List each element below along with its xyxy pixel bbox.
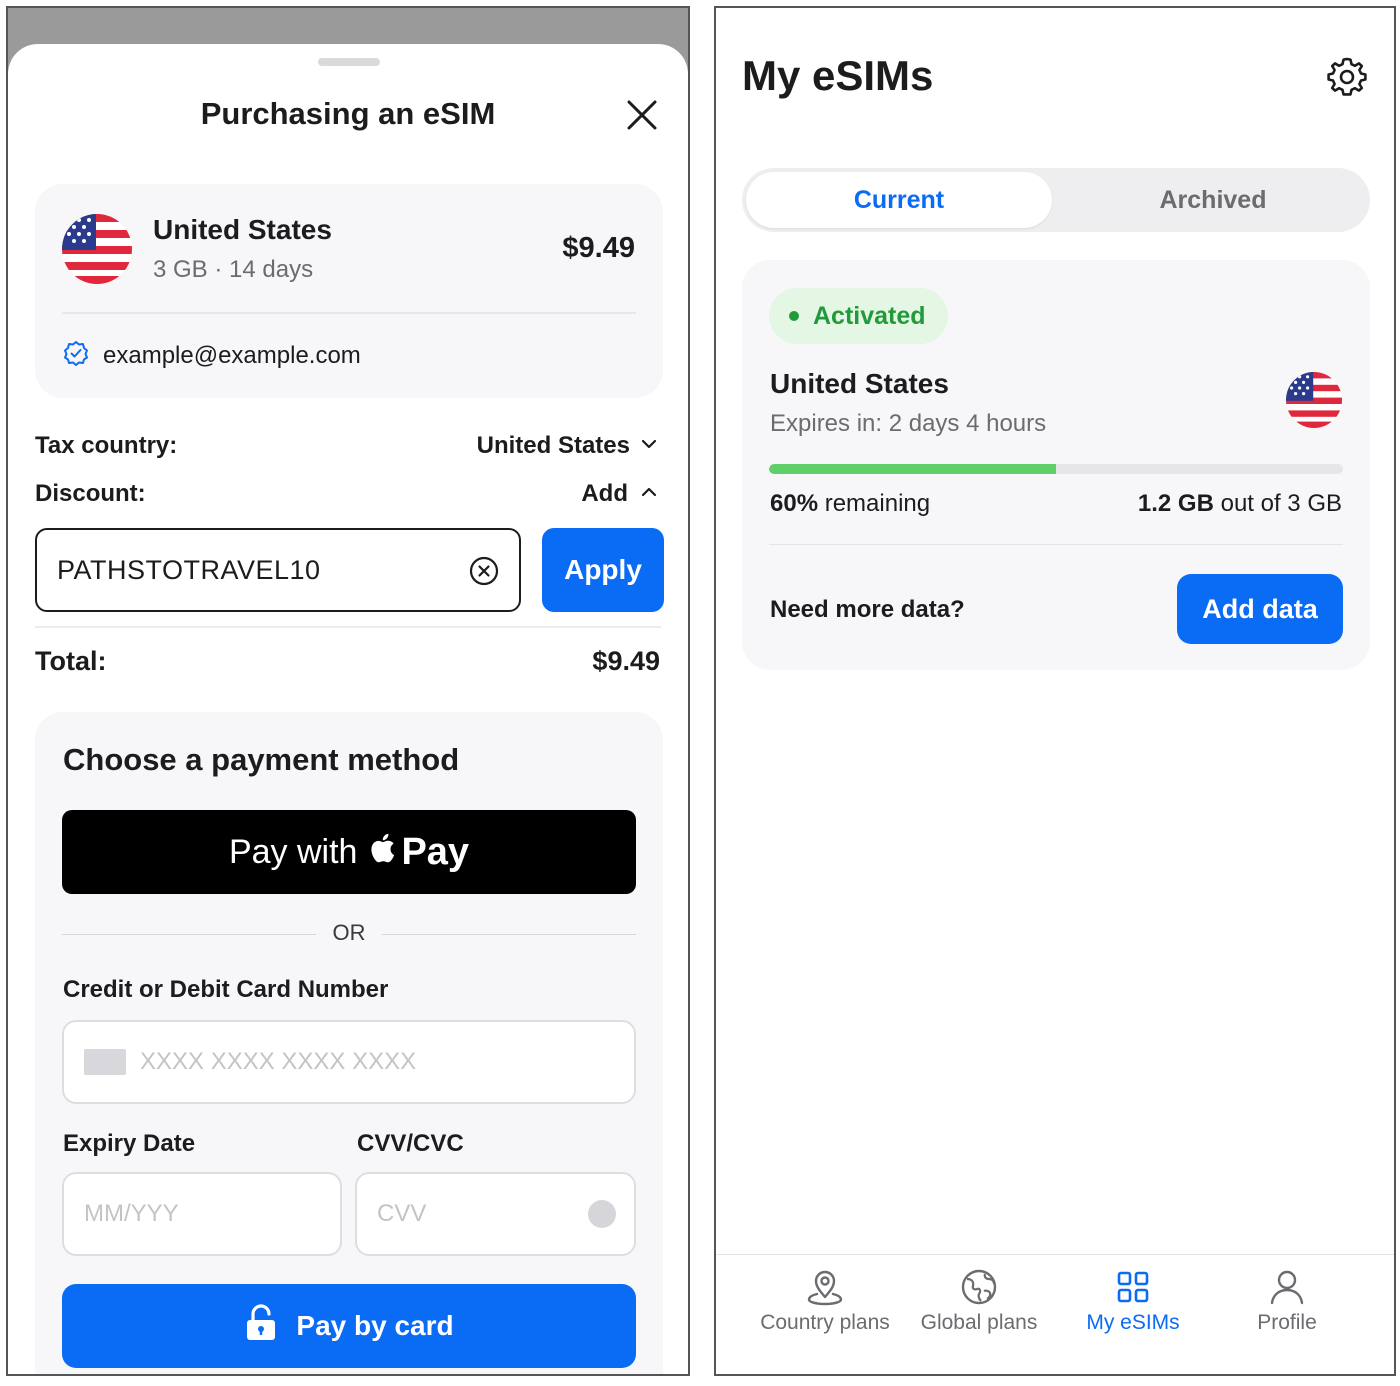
remaining-text: 60% remaining <box>770 490 930 518</box>
status-dot-icon <box>789 311 799 321</box>
tab-label: My eSIMs <box>1086 1311 1180 1334</box>
total-value: $9.49 <box>592 646 660 676</box>
expiry-placeholder: MM/YYY <box>84 1200 179 1227</box>
purchase-sheet: Purchasing an eSIM United States 3 GB · … <box>8 44 688 1374</box>
data-progress-fill <box>769 464 1056 474</box>
payment-method-title: Choose a payment method <box>63 742 460 777</box>
tax-country-select[interactable]: United States <box>477 432 658 460</box>
card-number-placeholder: XXXX XXXX XXXX XXXX <box>140 1048 417 1075</box>
add-data-button[interactable]: Add data <box>1177 574 1343 644</box>
gear-icon[interactable] <box>1326 56 1368 98</box>
esim-country: United States <box>770 368 949 399</box>
apply-discount-button[interactable]: Apply <box>542 528 664 612</box>
expiry-label: Expiry Date <box>63 1130 196 1157</box>
esim-expires: Expires in: 2 days 4 hours <box>770 410 1047 437</box>
summary-country: United States <box>153 214 332 245</box>
payment-method-card: Choose a payment method Pay with Pay OR … <box>35 712 663 1374</box>
tab-global-plans[interactable]: Global plans <box>894 1267 1064 1335</box>
us-flag-icon <box>1286 372 1342 428</box>
verified-badge-icon <box>63 340 89 371</box>
expiry-input[interactable]: MM/YYY <box>62 1172 342 1256</box>
remaining-label: remaining <box>824 490 931 517</box>
tab-my-esims[interactable]: My eSIMs <box>1048 1267 1218 1335</box>
my-esims-screen: My eSIMs Current Archived Activated Unit… <box>714 6 1396 1376</box>
discount-code-value: PATHSTOTRAVEL10 <box>57 554 321 585</box>
chevron-down-icon <box>640 432 658 460</box>
sheet-drag-handle[interactable] <box>318 58 380 66</box>
or-label: OR <box>332 920 366 945</box>
cvv-label: CVV/CVC <box>357 1130 464 1157</box>
purchase-screen: Purchasing an eSIM United States 3 GB · … <box>6 6 690 1376</box>
used-amount: 1.2 GB <box>1137 490 1214 517</box>
bottom-tab-bar: Country plans Global plans My eSIMs Prof… <box>716 1254 1394 1374</box>
email-text: example@example.com <box>103 341 361 369</box>
apple-logo-icon <box>369 832 395 873</box>
summary-plan: 3 GB · 14 days <box>153 256 314 283</box>
apple-pay-prefix: Pay with <box>228 832 358 871</box>
tab-label: Profile <box>1257 1311 1317 1334</box>
credit-card-icon <box>84 1049 126 1075</box>
globe-icon <box>959 1267 999 1307</box>
sheet-title: Purchasing an eSIM <box>200 96 496 131</box>
order-summary-card: United States 3 GB · 14 days $9.49 examp… <box>35 184 663 398</box>
tab-label: Global plans <box>920 1311 1038 1334</box>
tab-label: Country plans <box>760 1311 890 1334</box>
close-icon[interactable] <box>624 97 660 133</box>
used-suffix: out of 3 GB <box>1220 490 1342 517</box>
card-number-input[interactable]: XXXX XXXX XXXX XXXX <box>62 1020 636 1104</box>
cvv-input[interactable]: CVV <box>355 1172 636 1256</box>
status-text: Activated <box>813 301 926 330</box>
discount-toggle-label: Add <box>581 480 628 507</box>
pay-by-card-label: Pay by card <box>296 1310 454 1341</box>
tax-country-label: Tax country: <box>35 432 178 459</box>
person-icon <box>1267 1267 1307 1307</box>
tab-country-plans[interactable]: Country plans <box>740 1267 910 1335</box>
tax-country-value: United States <box>476 432 630 459</box>
grid-icon <box>1113 1267 1153 1307</box>
chevron-up-icon <box>640 480 658 508</box>
discount-code-input[interactable]: PATHSTOTRAVEL10 <box>35 528 521 612</box>
page-title: My eSIMs <box>742 52 934 99</box>
data-progress-bar <box>769 464 1343 474</box>
cvv-info-icon[interactable] <box>588 1200 616 1228</box>
clear-input-icon[interactable] <box>469 556 499 586</box>
map-pin-icon <box>805 1267 845 1307</box>
tab-archived[interactable]: Archived <box>1060 172 1366 228</box>
tab-current[interactable]: Current <box>746 172 1052 228</box>
cvv-placeholder: CVV <box>377 1200 427 1227</box>
usage-text: 1.2 GB out of 3 GB <box>1138 490 1342 518</box>
divider <box>35 626 661 628</box>
tab-profile[interactable]: Profile <box>1202 1267 1372 1335</box>
esim-tabs: Current Archived <box>742 168 1370 232</box>
us-flag-icon <box>62 214 132 284</box>
or-separator: OR <box>62 920 636 950</box>
status-badge: Activated <box>769 288 948 344</box>
discount-toggle[interactable]: Add <box>581 480 658 508</box>
apple-pay-word: Pay <box>401 830 470 873</box>
card-number-label: Credit or Debit Card Number <box>63 976 389 1003</box>
email-row: example@example.com <box>63 340 361 371</box>
total-label: Total: <box>35 646 107 676</box>
apple-pay-button[interactable]: Pay with Pay <box>62 810 636 894</box>
pay-by-card-button[interactable]: Pay by card <box>62 1284 636 1368</box>
remaining-percent: 60% <box>770 490 819 517</box>
discount-label: Discount: <box>35 480 146 507</box>
esim-card[interactable]: Activated United States Expires in: 2 da… <box>742 260 1370 670</box>
unlock-icon <box>244 1303 278 1349</box>
divider <box>62 312 636 314</box>
need-more-data-text: Need more data? <box>770 596 965 623</box>
summary-price: $9.49 <box>562 232 635 264</box>
divider <box>769 544 1343 545</box>
